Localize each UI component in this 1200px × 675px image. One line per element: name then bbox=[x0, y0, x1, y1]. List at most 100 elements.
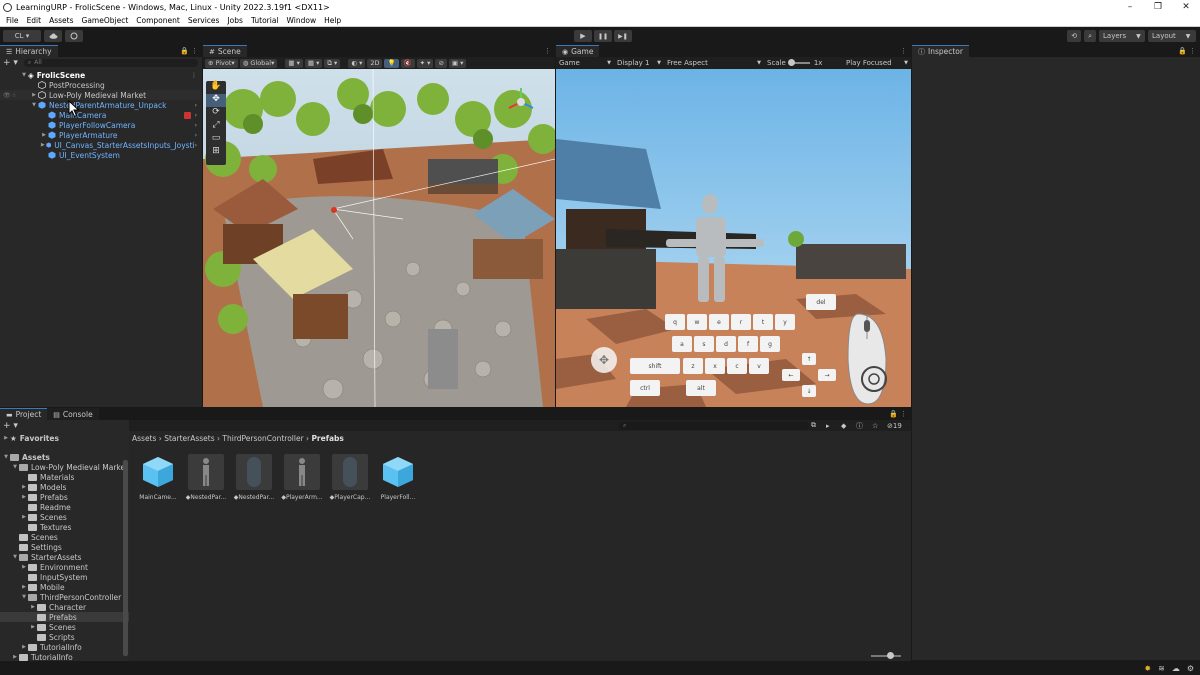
key-q[interactable]: q bbox=[665, 314, 685, 330]
hierarchy-item[interactable]: 👁 ☝ ▶ Low-Poly Medieval Market bbox=[0, 90, 202, 100]
tab-inspector[interactable]: ⓘ Inspector bbox=[912, 45, 969, 57]
tab-project[interactable]: ▬ Project bbox=[0, 408, 48, 420]
project-tree-item[interactable]: ▶ Environment bbox=[0, 562, 129, 572]
lock-icon[interactable]: 🔒 ⋮ bbox=[889, 410, 911, 418]
kebab-menu-icon[interactable]: ⋮ bbox=[544, 47, 555, 55]
kebab-menu-icon[interactable]: ⋮ bbox=[191, 72, 197, 79]
cloud-icon[interactable] bbox=[44, 30, 62, 42]
hierarchy-item[interactable]: PlayerFollowCamera › bbox=[0, 120, 202, 130]
grid-snap-button[interactable]: ▦ ▾ bbox=[285, 58, 303, 68]
chevron-right-icon[interactable]: › bbox=[195, 132, 197, 139]
settings-icon[interactable]: ⚙ bbox=[1187, 664, 1194, 673]
lighting-icon[interactable]: 💡 bbox=[384, 58, 399, 68]
hand-tool-icon[interactable]: ✋ bbox=[206, 81, 226, 94]
project-tree-item[interactable]: ▼ StarterAssets bbox=[0, 552, 129, 562]
lock-icon[interactable]: 🔒 ⋮ bbox=[1178, 47, 1200, 55]
pickable-icon[interactable]: ☝ bbox=[12, 92, 16, 99]
scene-viewport[interactable] bbox=[203, 69, 555, 407]
filter-by-type-icon[interactable]: ⧉ bbox=[811, 421, 816, 430]
key-w[interactable]: w bbox=[687, 314, 707, 330]
favorites-row[interactable]: ▶ ★ Favorites bbox=[0, 433, 129, 443]
tab-scene[interactable]: # Scene bbox=[203, 45, 247, 57]
game-mode-dropdown[interactable]: Game ▼ bbox=[556, 59, 614, 67]
slider-thumb[interactable] bbox=[887, 652, 894, 659]
menu-tutorial[interactable]: Tutorial bbox=[247, 16, 283, 25]
cloud-sync-icon[interactable]: ☁ bbox=[1172, 664, 1180, 673]
move-tool-icon[interactable]: ✥ bbox=[206, 94, 226, 107]
project-search-input[interactable]: ⌕ bbox=[619, 421, 809, 430]
project-tree-item[interactable]: ▶ TutorialInfo bbox=[0, 652, 129, 662]
tree-scrollbar[interactable] bbox=[123, 460, 128, 656]
key-v[interactable]: v bbox=[749, 358, 769, 374]
chevron-right-icon[interactable]: › bbox=[195, 102, 197, 109]
pivot-toggle[interactable]: ⊕ Pivot ▾ bbox=[205, 58, 238, 68]
menu-services[interactable]: Services bbox=[184, 16, 224, 25]
hierarchy-item[interactable]: PostProcessing bbox=[0, 80, 202, 90]
expand-arrow-icon[interactable]: ▶ bbox=[20, 484, 28, 490]
key-c[interactable]: c bbox=[727, 358, 747, 374]
hierarchy-item[interactable]: ▶ UI_Canvas_StarterAssetsInputs_Joysti › bbox=[0, 140, 202, 150]
key-d[interactable]: d bbox=[716, 336, 736, 352]
add-object-button[interactable]: + ▾ bbox=[3, 58, 18, 68]
expand-arrow-icon[interactable]: ▶ bbox=[11, 654, 19, 660]
asset-item[interactable]: ◆NestedPar... bbox=[232, 454, 276, 501]
key-alt[interactable]: alt bbox=[686, 380, 716, 396]
game-viewport[interactable]: ✥ bbox=[556, 69, 911, 407]
transform-tool-icon[interactable]: ⊞ bbox=[206, 146, 226, 159]
search-icon[interactable]: ⌕ bbox=[1084, 30, 1096, 42]
expand-arrow-icon[interactable]: ▼ bbox=[20, 594, 28, 600]
global-toggle[interactable]: ◍ Global ▾ bbox=[239, 58, 278, 68]
filter-by-label-icon[interactable]: ▸ bbox=[826, 422, 830, 430]
project-tree-item[interactable]: ▶ TutorialInfo bbox=[0, 642, 129, 652]
key-y[interactable]: y bbox=[775, 314, 795, 330]
chevron-right-icon[interactable]: › bbox=[195, 142, 197, 149]
menu-jobs[interactable]: Jobs bbox=[223, 16, 246, 25]
project-tree-item[interactable]: ▶ Models bbox=[0, 482, 129, 492]
expand-arrow-icon[interactable]: ▶ bbox=[20, 564, 28, 570]
key-f[interactable]: f bbox=[738, 336, 758, 352]
project-tree-item[interactable]: InputSystem bbox=[0, 572, 129, 582]
favorite-star-icon[interactable]: ☆ bbox=[872, 422, 878, 430]
project-tree-item[interactable]: ▶ Scenes bbox=[0, 622, 129, 632]
hierarchy-item[interactable]: ▼ NestedParentArmature_Unpack › bbox=[0, 100, 202, 110]
slider-thumb[interactable] bbox=[787, 59, 795, 66]
project-tree-item[interactable]: Scenes bbox=[0, 532, 129, 542]
audio-icon[interactable]: 🔇 bbox=[400, 58, 415, 68]
maximize-button[interactable]: ❐ bbox=[1144, 0, 1172, 14]
hierarchy-search-input[interactable]: ⌕ All bbox=[23, 58, 198, 67]
project-tree-item[interactable]: ▼ Low-Poly Medieval Marke bbox=[0, 462, 129, 472]
minimize-button[interactable]: – bbox=[1116, 0, 1144, 14]
hierarchy-item[interactable]: MainCamera › bbox=[0, 110, 202, 120]
project-tree-item[interactable]: Textures bbox=[0, 522, 129, 532]
layers-dropdown[interactable]: Layers ▼ bbox=[1099, 30, 1145, 42]
effects-icon[interactable]: ✦ ▾ bbox=[416, 58, 434, 68]
project-tree-item[interactable]: ▶ Mobile bbox=[0, 582, 129, 592]
tab-console[interactable]: ▤ Console bbox=[47, 408, 99, 420]
scale-slider[interactable]: Scale 1x bbox=[764, 59, 825, 67]
info-icon[interactable]: ⓘ bbox=[856, 421, 863, 431]
kebab-menu-icon[interactable]: ⋮ bbox=[900, 47, 911, 55]
project-tree-item[interactable]: Materials bbox=[0, 472, 129, 482]
project-tree-item[interactable]: ▶ Prefabs bbox=[0, 492, 129, 502]
menu-help[interactable]: Help bbox=[320, 16, 345, 25]
history-icon[interactable]: ⟲ bbox=[1067, 30, 1082, 42]
draw-mode-button[interactable]: ◐ ▾ bbox=[348, 58, 366, 68]
menu-assets[interactable]: Assets bbox=[45, 16, 77, 25]
key-a[interactable]: a bbox=[672, 336, 692, 352]
key-right[interactable]: → bbox=[818, 369, 836, 381]
menu-edit[interactable]: Edit bbox=[23, 16, 46, 25]
key-up[interactable]: ↑ bbox=[802, 353, 816, 365]
breadcrumb-prefabs[interactable]: Prefabs bbox=[311, 434, 343, 443]
breadcrumb-thirdpersoncontroller[interactable]: ThirdPersonController bbox=[222, 434, 303, 443]
key-left[interactable]: ← bbox=[782, 369, 800, 381]
play-button[interactable]: ▶ bbox=[574, 30, 592, 42]
asset-item[interactable]: ◆PlayerArm... bbox=[280, 454, 324, 501]
project-tree-item[interactable]: Readme bbox=[0, 502, 129, 512]
hierarchy-item[interactable]: ▶ PlayerArmature › bbox=[0, 130, 202, 140]
tab-hierarchy[interactable]: ☰ Hierarchy bbox=[0, 45, 58, 57]
scale-tool-icon[interactable]: ⤢ bbox=[206, 120, 226, 133]
project-tree-item[interactable]: Scripts bbox=[0, 632, 129, 642]
account-button[interactable]: CL ▾ bbox=[3, 30, 41, 42]
create-asset-button[interactable]: + ▾ bbox=[3, 421, 18, 431]
expand-arrow-icon[interactable]: ▶ bbox=[20, 644, 28, 650]
